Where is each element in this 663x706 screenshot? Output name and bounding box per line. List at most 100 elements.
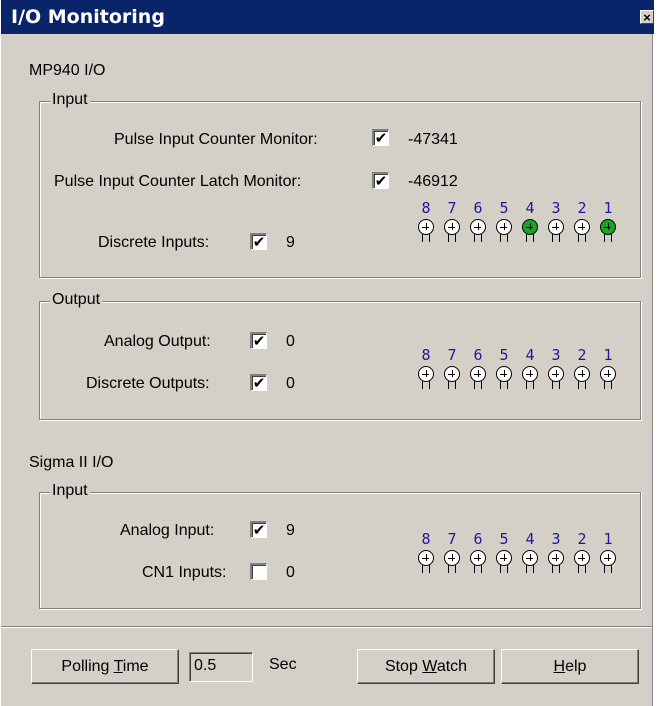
pulse-counter-checkbox[interactable]: ✔ (372, 129, 389, 146)
led-leads-icon (474, 381, 482, 389)
mp940-input-legend: Input (50, 91, 90, 109)
analog-input-value: 9 (286, 522, 295, 539)
led-leads-icon (552, 565, 560, 573)
led-on-icon (522, 219, 538, 235)
bit-8: 8 (413, 528, 439, 573)
led-leads-icon (474, 565, 482, 573)
bit-number: 3 (551, 346, 561, 364)
discrete-outputs-checkbox[interactable]: ✔ (250, 374, 267, 391)
close-icon[interactable]: × (640, 10, 654, 24)
bit-number: 2 (577, 530, 587, 548)
polling-time-input[interactable]: 0.5 (189, 652, 253, 682)
analog-output-value: 0 (286, 333, 295, 350)
led-leads-icon (448, 381, 456, 389)
seconds-label: Sec (269, 656, 297, 673)
led-off-icon (522, 550, 538, 566)
led-leads-icon (578, 381, 586, 389)
bit-5: 5 (491, 344, 517, 389)
title-bar[interactable]: I/O Monitoring × (1, 0, 654, 34)
cn1-inputs-checkbox[interactable] (250, 563, 267, 580)
led-leads-icon (526, 565, 534, 573)
bit-number: 8 (421, 530, 431, 548)
discrete-inputs-checkbox[interactable]: ✔ (250, 233, 267, 250)
bit-number: 7 (447, 199, 457, 217)
led-leads-icon (474, 234, 482, 242)
bit-2: 2 (569, 197, 595, 242)
led-leads-icon (578, 234, 586, 242)
bit-3: 3 (543, 528, 569, 573)
bit-7: 7 (439, 528, 465, 573)
bit-number: 1 (603, 346, 613, 364)
led-leads-icon (422, 234, 430, 242)
analog-output-checkbox[interactable]: ✔ (250, 332, 267, 349)
bit-number: 2 (577, 199, 587, 217)
bit-number: 2 (577, 346, 587, 364)
bit-4: 4 (517, 197, 543, 242)
led-off-icon (418, 366, 434, 382)
sigma-input-legend: Input (50, 482, 90, 500)
led-leads-icon (552, 381, 560, 389)
pulse-latch-label: Pulse Input Counter Latch Monitor: (54, 173, 302, 190)
sigma-heading: Sigma II I/O (29, 454, 114, 471)
led-off-icon (470, 219, 486, 235)
led-leads-icon (448, 234, 456, 242)
bit-1: 1 (595, 344, 621, 389)
analog-output-label: Analog Output: (104, 333, 211, 350)
led-off-icon (548, 550, 564, 566)
bit-8: 8 (413, 344, 439, 389)
bit-number: 1 (603, 530, 613, 548)
led-off-icon (574, 219, 590, 235)
led-leads-icon (604, 234, 612, 242)
led-off-icon (444, 219, 460, 235)
led-off-icon (574, 366, 590, 382)
analog-input-checkbox[interactable]: ✔ (250, 521, 267, 538)
led-on-icon (600, 219, 616, 235)
stop-watch-label: Stop Watch (384, 657, 468, 675)
led-leads-icon (526, 381, 534, 389)
bit-7: 7 (439, 197, 465, 242)
bit-5: 5 (491, 197, 517, 242)
led-off-icon (444, 550, 460, 566)
led-off-icon (418, 219, 434, 235)
bit-3: 3 (543, 197, 569, 242)
bit-number: 7 (447, 346, 457, 364)
bit-number: 1 (603, 199, 613, 217)
bit-number: 3 (551, 199, 561, 217)
led-off-icon (522, 366, 538, 382)
window-title: I/O Monitoring (11, 6, 165, 28)
bit-2: 2 (569, 528, 595, 573)
bit-5: 5 (491, 528, 517, 573)
discrete-inputs-value: 9 (286, 234, 295, 251)
discrete-inputs-bits: 87654321 (413, 197, 621, 242)
pulse-counter-value: -47341 (408, 131, 458, 148)
bit-7: 7 (439, 344, 465, 389)
bit-number: 5 (499, 346, 509, 364)
led-off-icon (600, 366, 616, 382)
led-leads-icon (526, 234, 534, 242)
bit-4: 4 (517, 344, 543, 389)
cn1-inputs-label: CN1 Inputs: (142, 564, 227, 581)
polling-time-label: Polling Time (61, 657, 149, 675)
bit-number: 3 (551, 530, 561, 548)
bit-number: 5 (499, 199, 509, 217)
bit-2: 2 (569, 344, 595, 389)
led-off-icon (444, 366, 460, 382)
pulse-counter-label: Pulse Input Counter Monitor: (114, 131, 318, 148)
discrete-inputs-label: Discrete Inputs: (98, 234, 210, 251)
led-off-icon (470, 550, 486, 566)
led-off-icon (496, 550, 512, 566)
bit-number: 4 (525, 346, 535, 364)
bit-number: 6 (473, 346, 483, 364)
help-button[interactable]: Help (501, 649, 639, 684)
pulse-latch-checkbox[interactable]: ✔ (372, 172, 389, 189)
bit-number: 6 (473, 199, 483, 217)
bit-number: 6 (473, 530, 483, 548)
polling-time-button[interactable]: Polling Time (31, 649, 179, 684)
led-leads-icon (552, 234, 560, 242)
stop-watch-button[interactable]: Stop Watch (357, 649, 495, 684)
footer-separator (1, 626, 652, 628)
help-label: Help (553, 657, 587, 675)
discrete-outputs-label: Discrete Outputs: (86, 375, 210, 392)
analog-input-label: Analog Input: (120, 522, 215, 539)
bit-number: 4 (525, 530, 535, 548)
